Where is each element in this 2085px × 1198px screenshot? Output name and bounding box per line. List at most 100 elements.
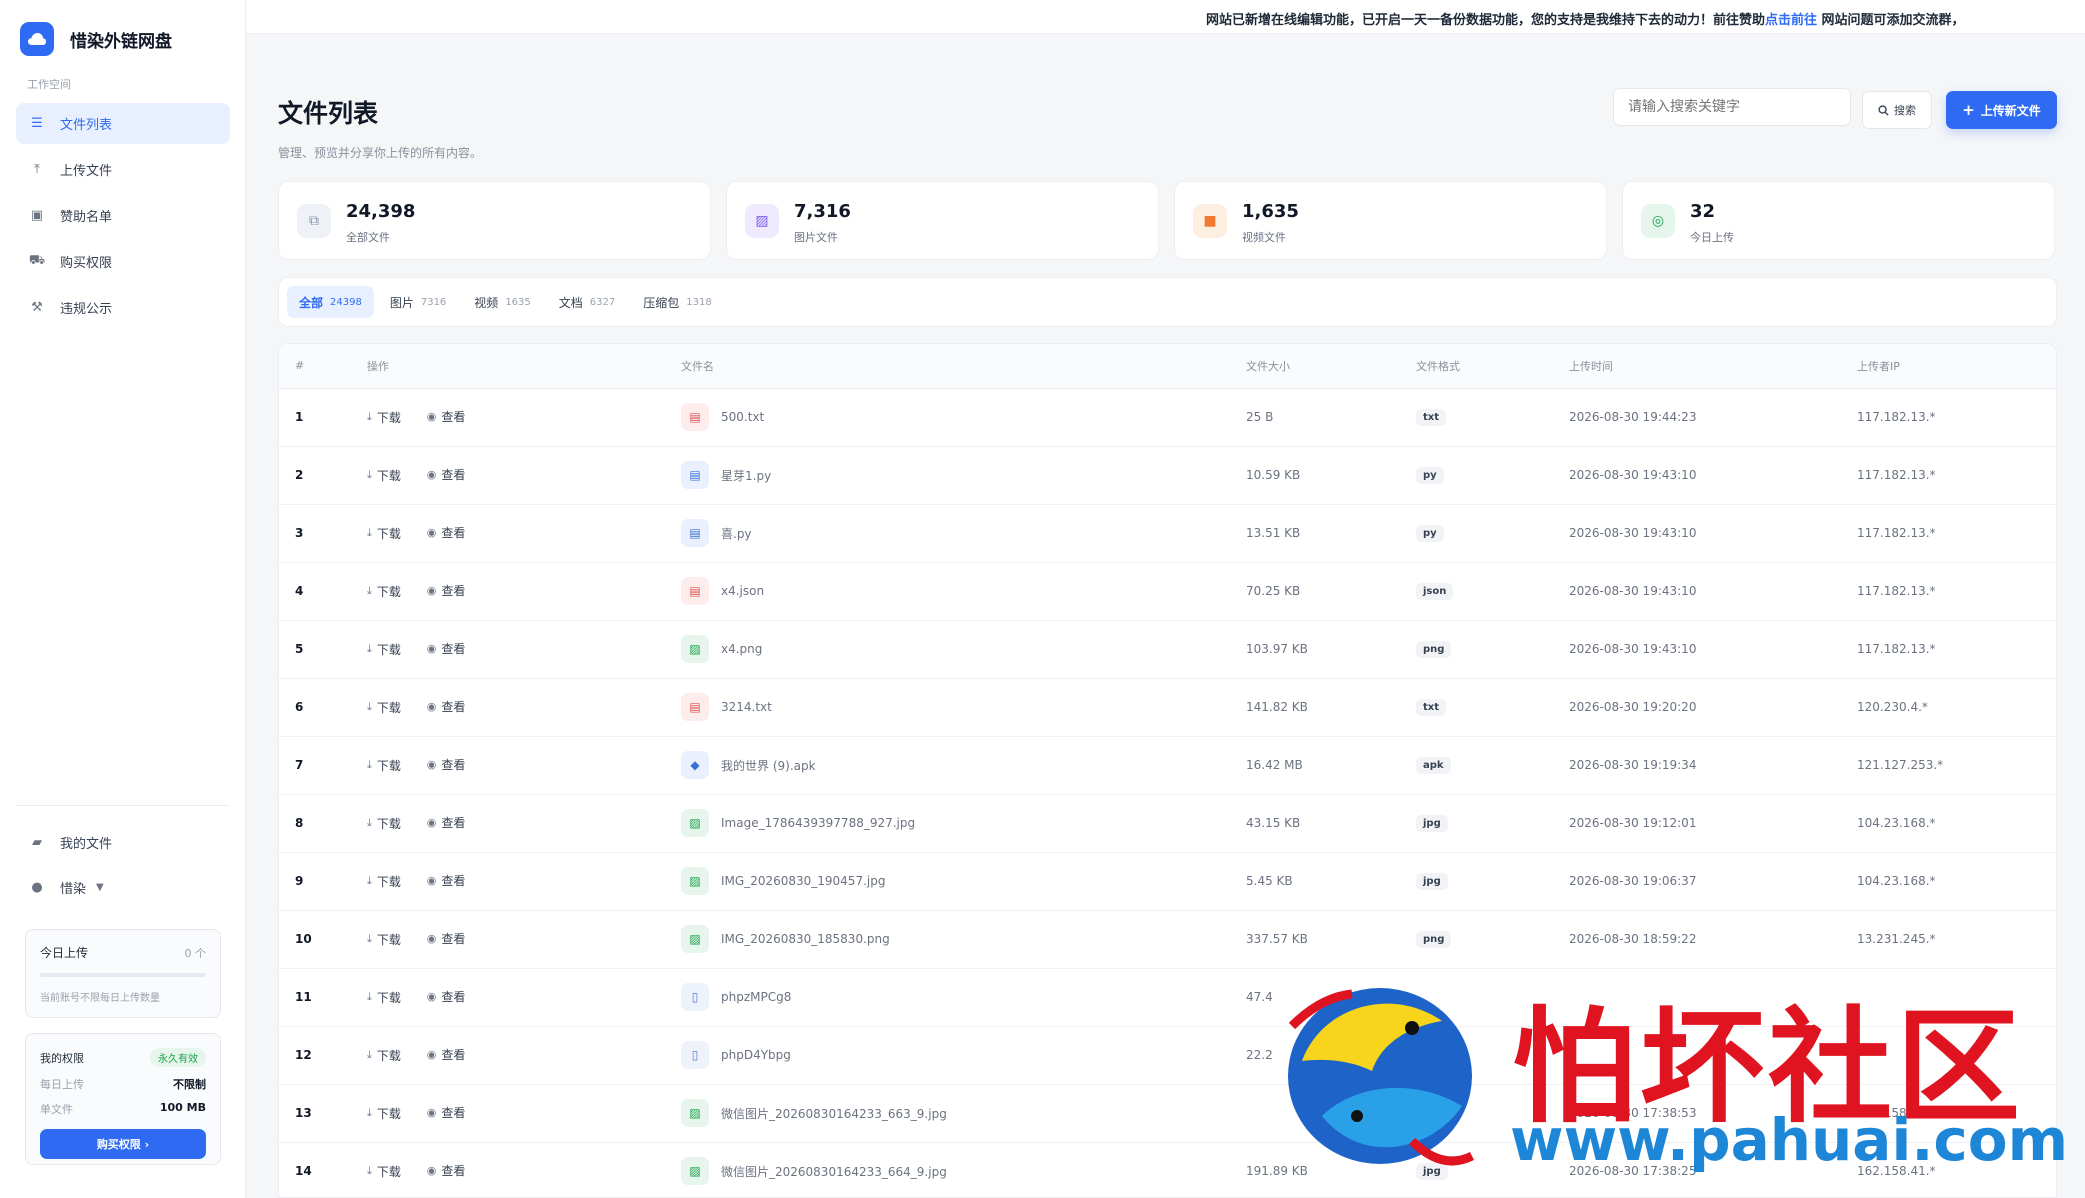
file-format-badge: jpg	[1416, 814, 1448, 832]
filter-count: 6327	[589, 296, 616, 308]
view-button[interactable]: ◉ 查看	[427, 1162, 466, 1179]
view-button[interactable]: ◉ 查看	[427, 698, 466, 715]
download-button[interactable]: ⤓ 下载	[367, 873, 401, 890]
stat-card-videos: ■ 1,635 视频文件	[1174, 181, 1607, 260]
download-button[interactable]: ⤓ 下载	[367, 757, 401, 774]
view-button[interactable]: ◉ 查看	[427, 872, 466, 889]
cart-icon: ⛟	[28, 253, 46, 268]
view-button[interactable]: ◉ 查看	[427, 640, 466, 657]
today-upload-title: 今日上传	[40, 946, 89, 960]
download-button[interactable]: ⤓ 下载	[367, 467, 401, 484]
user-menu[interactable]: ● 惜染 ▼	[16, 867, 230, 908]
row-index: 6	[295, 700, 304, 714]
sidebar-item-upload[interactable]: ⤒ 上传文件	[16, 149, 230, 190]
page-subtitle: 管理、预览并分享你上传的所有内容。	[278, 146, 483, 160]
filter-images[interactable]: 图片 7316	[378, 286, 458, 318]
download-button[interactable]: ⤓ 下载	[367, 1047, 401, 1064]
search-button[interactable]: 搜索	[1862, 91, 1932, 129]
file-type-icon: ◆	[681, 751, 709, 779]
list-icon: ☰	[31, 116, 43, 131]
sidebar-item-violations[interactable]: ⚒ 违规公示	[16, 287, 230, 328]
view-button[interactable]: ◉ 查看	[427, 466, 466, 483]
table-header-row: # 操作 文件名 文件大小 文件格式 上传时间 上传者IP	[279, 344, 2056, 389]
download-label: 下载	[376, 932, 401, 947]
filter-documents[interactable]: 文档 6327	[547, 286, 627, 318]
view-label: 查看	[441, 700, 466, 715]
view-button[interactable]: ◉ 查看	[427, 582, 466, 599]
download-button[interactable]: ⤓ 下载	[367, 525, 401, 542]
download-icon: ⤓	[367, 1164, 372, 1178]
brand[interactable]: 惜染外链网盘	[20, 22, 172, 56]
download-button[interactable]: ⤓ 下载	[367, 1105, 401, 1122]
file-name[interactable]: IMG_20260830_185830.png	[721, 932, 890, 946]
row-actions: ⤓ 下载 ◉ 查看	[367, 1084, 681, 1142]
view-button[interactable]: ◉ 查看	[427, 1104, 466, 1121]
column-header: 操作	[367, 344, 681, 389]
view-label: 查看	[441, 642, 466, 657]
row-index: 5	[295, 642, 304, 656]
view-label: 查看	[441, 1048, 466, 1063]
buy-permission-button[interactable]: 购买权限 ›	[40, 1129, 206, 1159]
filter-count: 1318	[686, 296, 712, 308]
table-row: 3 ⤓ 下载 ◉ 查看 ▤ 喜.py 13.51 KB py 2026-08-30 …	[279, 504, 2056, 562]
row-actions: ⤓ 下载 ◉ 查看	[367, 910, 681, 968]
view-button[interactable]: ◉ 查看	[427, 988, 466, 1005]
download-button[interactable]: ⤓ 下载	[367, 583, 401, 600]
sidebar-item-buy[interactable]: ⛟ 购买权限	[16, 241, 230, 282]
file-name[interactable]: x4.json	[721, 584, 764, 598]
file-name[interactable]: phpzMPCg8	[721, 990, 791, 1004]
daily-upload-value: 不限制	[173, 1078, 206, 1091]
download-icon: ⤓	[367, 1048, 372, 1062]
file-name[interactable]: 3214.txt	[721, 700, 772, 714]
announcement-text: 网站已新增在线编辑功能，已开启一天一备份数据功能，您的支持是我维持下去的动力！前…	[1206, 9, 1965, 28]
download-button[interactable]: ⤓ 下载	[367, 409, 401, 426]
file-name[interactable]: 500.txt	[721, 410, 764, 424]
download-icon: ⤓	[367, 932, 372, 946]
download-button[interactable]: ⤓ 下载	[367, 989, 401, 1006]
upload-new-file-button[interactable]: + 上传新文件	[1946, 91, 2057, 129]
view-button[interactable]: ◉ 查看	[427, 408, 466, 425]
download-button[interactable]: ⤓ 下载	[367, 1163, 401, 1180]
filter-videos[interactable]: 视频 1635	[462, 286, 542, 318]
view-button[interactable]: ◉ 查看	[427, 756, 466, 773]
filter-all[interactable]: 全部 24398	[287, 286, 374, 318]
file-name[interactable]: 星芽1.py	[721, 467, 771, 484]
sidebar-item-file-list[interactable]: ☰ 文件列表	[16, 103, 230, 144]
download-label: 下载	[376, 758, 401, 773]
uploader-ip: 117.182.13.*	[1857, 642, 1936, 656]
uploader-ip: 117.182.13.*	[1857, 526, 1936, 540]
file-type-icon: ▯	[681, 1041, 709, 1069]
download-button[interactable]: ⤓ 下载	[367, 931, 401, 948]
download-button[interactable]: ⤓ 下载	[367, 815, 401, 832]
file-name[interactable]: 微信图片_20260830164233_663_9.jpg	[721, 1105, 947, 1122]
file-type-icon: ▯	[681, 983, 709, 1011]
view-button[interactable]: ◉ 查看	[427, 1046, 466, 1063]
file-name[interactable]: phpD4Ybpg	[721, 1048, 791, 1062]
upload-time: 2026-08-30 19:44:23	[1569, 410, 1697, 424]
row-actions: ⤓ 下载 ◉ 查看	[367, 1142, 681, 1197]
filter-archives[interactable]: 压缩包 1318	[631, 286, 723, 318]
row-index: 3	[295, 526, 304, 540]
file-name[interactable]: Image_1786439397788_927.jpg	[721, 816, 915, 830]
search-input[interactable]	[1613, 88, 1851, 126]
file-name[interactable]: IMG_20260830_190457.jpg	[721, 874, 885, 888]
view-button[interactable]: ◉ 查看	[427, 814, 466, 831]
sponsor-link[interactable]: 点击前往	[1765, 13, 1817, 28]
download-button[interactable]: ⤓ 下载	[367, 699, 401, 716]
row-actions: ⤓ 下载 ◉ 查看	[367, 620, 681, 678]
file-name[interactable]: 喜.py	[721, 525, 752, 542]
sidebar-item-my-files[interactable]: ▰ 我的文件	[16, 822, 230, 863]
file-name[interactable]: 微信图片_20260830164233_664_9.jpg	[721, 1163, 947, 1180]
view-button[interactable]: ◉ 查看	[427, 930, 466, 947]
file-name[interactable]: x4.png	[721, 642, 762, 656]
download-label: 下载	[376, 526, 401, 541]
download-button[interactable]: ⤓ 下载	[367, 641, 401, 658]
download-icon: ⤓	[367, 468, 372, 482]
file-name[interactable]: 我的世界 (9).apk	[721, 757, 816, 774]
file-name-cell: ▨ IMG_20260830_190457.jpg	[681, 852, 1246, 910]
view-button[interactable]: ◉ 查看	[427, 524, 466, 541]
table-row: 10 ⤓ 下载 ◉ 查看 ▨ IMG_20260830_185830.png 337…	[279, 910, 2056, 968]
upload-time: 2026-08-30 19:06:37	[1569, 874, 1697, 888]
sidebar-item-sponsors[interactable]: ▣ 赞助名单	[16, 195, 230, 236]
row-index: 9	[295, 874, 304, 888]
